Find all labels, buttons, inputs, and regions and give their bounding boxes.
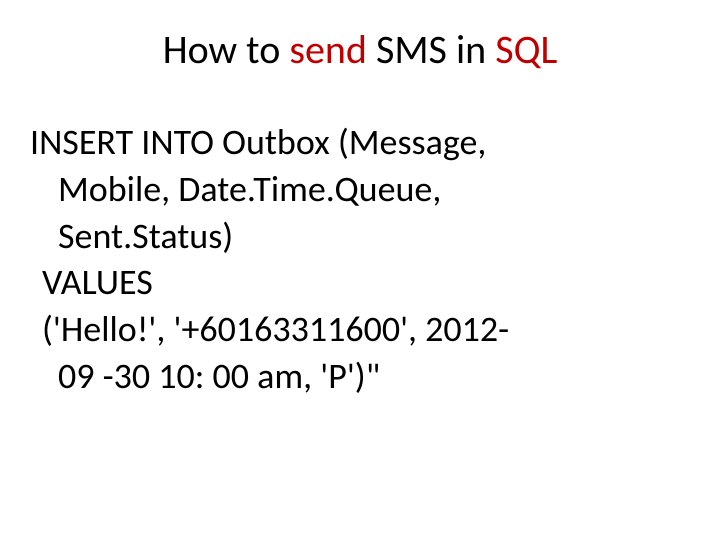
slide-container: How to send SMS in SQL INSERT INTO Outbo… (0, 0, 720, 540)
code-line-5: ('Hello!', '+60163311600', 2012- (30, 306, 690, 353)
code-line-6: 09 -30 10: 00 am, 'P')" (30, 353, 690, 400)
slide-title: How to send SMS in SQL (90, 25, 630, 74)
title-highlight1: send (289, 25, 367, 74)
title-highlight2: SQL (495, 25, 557, 74)
code-line-3: Sent.Status) (30, 213, 690, 260)
title-part1: How to (163, 25, 290, 74)
code-line-4: VALUES (30, 259, 690, 306)
code-block: INSERT INTO Outbox (Message, Mobile, Dat… (30, 119, 690, 400)
code-line-2: Mobile, Date.Time.Queue, (30, 166, 690, 213)
title-part2: SMS in (367, 25, 495, 74)
code-line-1: INSERT INTO Outbox (Message, (30, 119, 690, 166)
